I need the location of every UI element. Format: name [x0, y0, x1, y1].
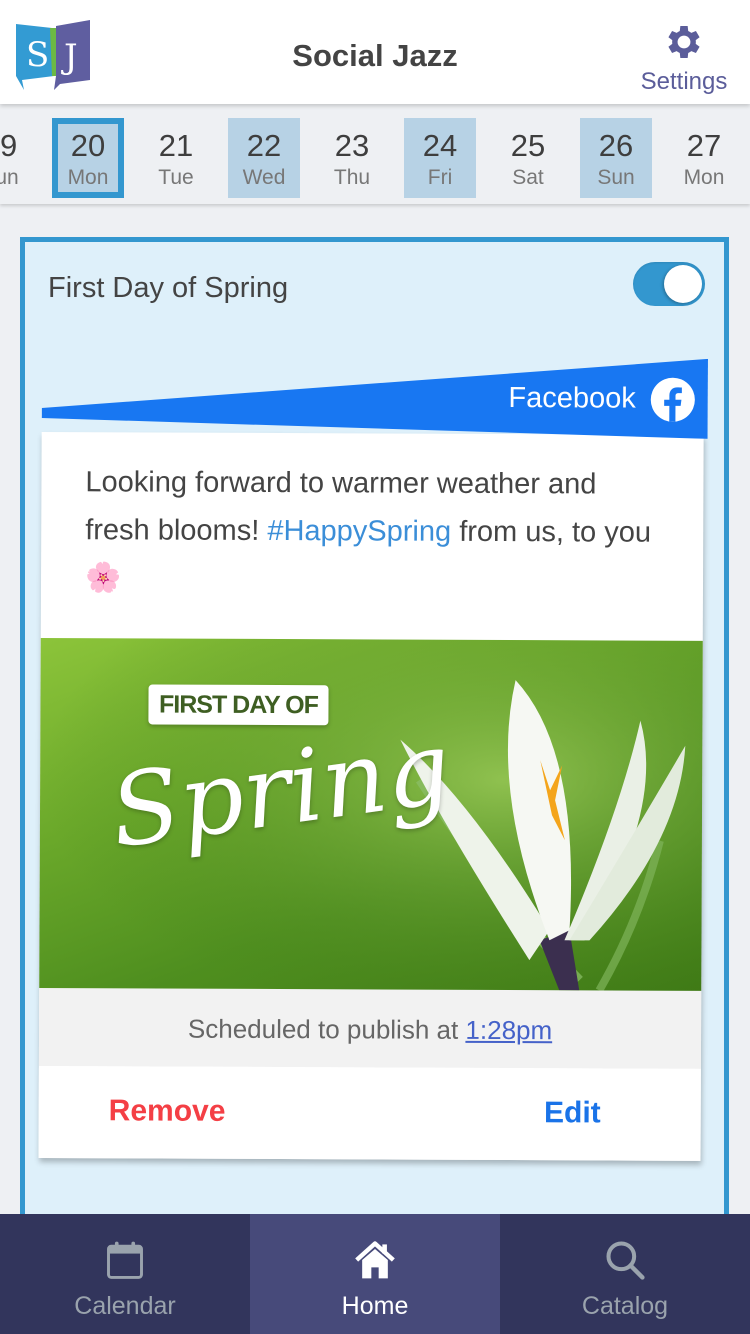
date-number: 24 [422, 128, 458, 163]
event-title: First Day of Spring [48, 272, 289, 304]
date-number: 27 [686, 128, 722, 163]
date-weekday: Sat [512, 166, 544, 189]
date-weekday: Thu [333, 166, 371, 189]
remove-button[interactable]: Remove [109, 1094, 226, 1129]
schedule-time-link[interactable]: 1:28pm [465, 1015, 552, 1045]
tab-label: Calendar [74, 1292, 176, 1320]
date-item[interactable]: 19 Sun [0, 118, 36, 198]
date-number: 20 [70, 128, 106, 163]
hashtag-link[interactable]: #HappySpring [267, 515, 451, 548]
schedule-prefix: Scheduled to publish at [187, 1013, 466, 1045]
date-number: 21 [158, 128, 194, 163]
date-item[interactable]: 27 Mon [668, 118, 740, 198]
settings-button[interactable]: Settings [634, 20, 734, 96]
tab-bar: Calendar Home Catalog [0, 1214, 750, 1334]
date-number: 26 [598, 128, 634, 163]
app-root: S J Social Jazz Settings 19 Sun 20 Mon 21 Tue… [0, 0, 750, 1334]
tab-calendar[interactable]: Calendar [0, 1214, 250, 1334]
gear-icon [668, 26, 700, 58]
calendar-icon [107, 1241, 143, 1279]
search-icon [606, 1241, 645, 1280]
date-item[interactable]: 25 Sat [492, 118, 564, 198]
toggle-knob [664, 265, 702, 303]
date-item[interactable]: 23 Thu [316, 118, 388, 198]
date-weekday: Fri [427, 166, 453, 189]
date-item[interactable]: 26 Sun [580, 118, 652, 198]
facebook-icon [650, 377, 695, 422]
post-actions: Remove Edit [38, 1065, 701, 1161]
date-strip[interactable]: 19 Sun 20 Mon 21 Tue 22 Wed 23 Thu 24 Fri 25 Sat 26 Sun… [0, 104, 750, 204]
post-text-part: from us, to you [451, 515, 652, 549]
app-header: S J Social Jazz Settings [0, 0, 750, 104]
settings-label: Settings [640, 68, 728, 95]
date-number: 19 [0, 128, 18, 163]
schedule-info: Scheduled to publish at 1:28pm [38, 987, 702, 1069]
tab-label: Home [341, 1292, 409, 1320]
date-item[interactable]: 20 Mon [52, 118, 124, 198]
date-weekday: Sun [0, 166, 19, 189]
post-image[interactable]: FIRST DAY OF Spring [39, 637, 703, 991]
date-number: 23 [334, 128, 370, 163]
post-text: Looking forward to warmer weather and fr… [41, 432, 704, 641]
post-card-body: Looking forward to warmer weather and fr… [38, 431, 704, 1161]
date-item[interactable]: 21 Tue [140, 118, 212, 198]
tab-home[interactable]: Home [250, 1214, 500, 1334]
date-item[interactable]: 22 Wed [228, 118, 300, 198]
date-weekday: Wed [242, 166, 286, 189]
network-name: Facebook [508, 382, 636, 415]
event-enabled-toggle[interactable] [633, 262, 705, 306]
date-number: 22 [246, 128, 282, 163]
date-weekday: Sun [597, 166, 635, 189]
date-weekday: Mon [67, 166, 109, 189]
date-number: 25 [510, 128, 546, 163]
image-badge-text: FIRST DAY OF [148, 684, 329, 726]
date-weekday: Tue [158, 166, 194, 189]
edit-button[interactable]: Edit [544, 1096, 601, 1130]
date-item[interactable]: 24 Fri [404, 118, 476, 198]
post-card: Facebook Looking forward to warmer weath… [38, 356, 710, 1161]
network-banner: Facebook [41, 356, 710, 439]
home-icon [355, 1241, 395, 1279]
date-weekday: Mon [683, 166, 725, 189]
tab-catalog[interactable]: Catalog [500, 1214, 750, 1334]
cherry-blossom-emoji: 🌸 [84, 562, 122, 595]
tab-label: Catalog [581, 1292, 669, 1320]
event-panel: First Day of Spring Facebook Looking for… [20, 237, 729, 1237]
